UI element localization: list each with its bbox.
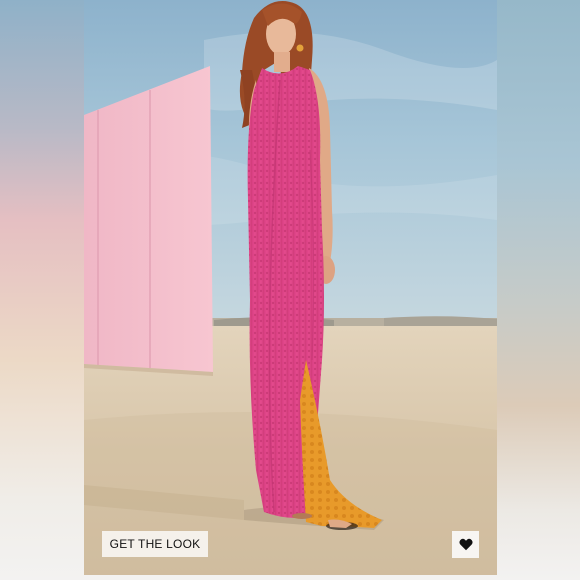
heart-icon [458, 538, 473, 551]
get-the-look-button[interactable]: GET THE LOOK [102, 531, 208, 557]
left-blur-fill [0, 0, 84, 580]
bottom-edge-band [84, 575, 497, 580]
favorite-button[interactable] [452, 531, 479, 558]
product-photo[interactable] [84, 0, 497, 580]
fashion-photo-illustration [84, 0, 497, 580]
right-blur-fill [497, 0, 580, 580]
product-image-viewer: GET THE LOOK [0, 0, 580, 580]
